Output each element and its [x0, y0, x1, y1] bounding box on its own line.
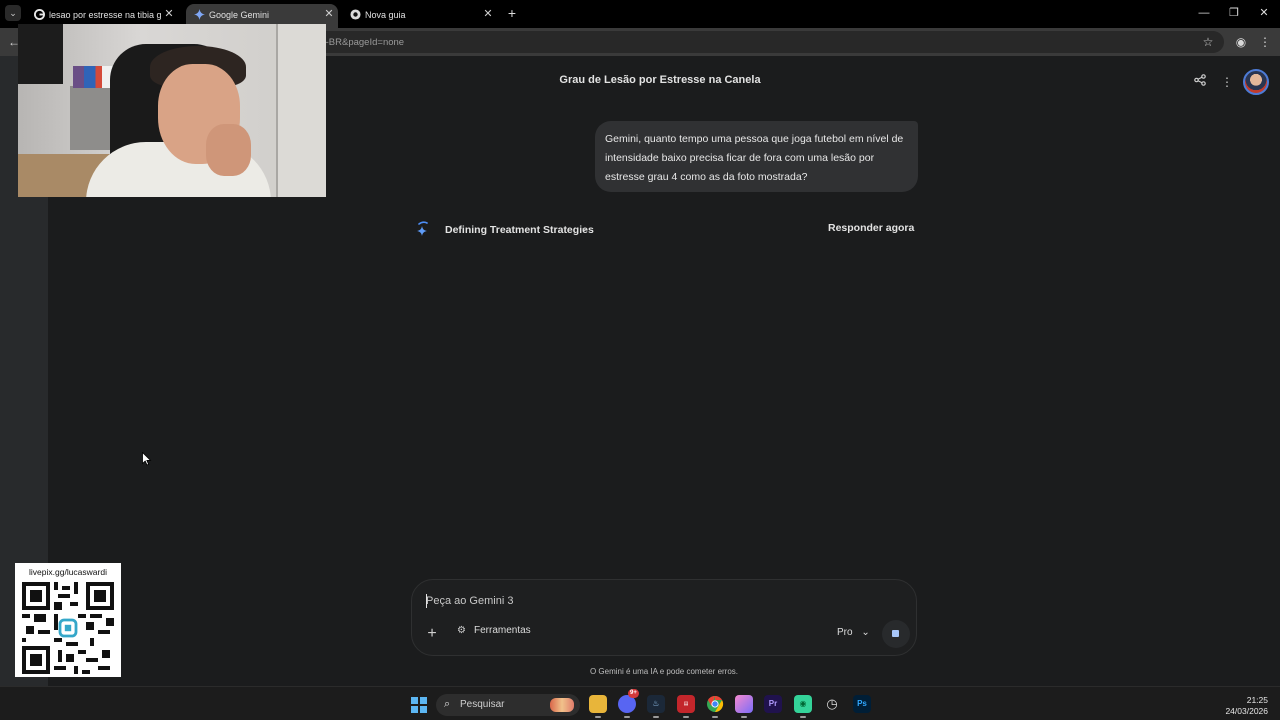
windows-taskbar: ⌕ Pesquisar 9+ ♨ ▤ Pr ◉ ◷ Ps 21:25 24/03…	[0, 686, 1280, 720]
gemini-spark-icon	[194, 9, 205, 20]
tab-search-chevron-icon[interactable]: ⌄	[5, 5, 21, 21]
steam-icon[interactable]: ♨	[647, 695, 665, 718]
tab-close-icon[interactable]: ✕	[322, 6, 336, 22]
clock-app-icon[interactable]: ◷	[823, 695, 841, 713]
chevron-down-icon: ⌄	[861, 627, 870, 638]
address-bar[interactable]	[300, 31, 1224, 53]
chrome-icon[interactable]	[706, 695, 724, 718]
tools-label: Ferramentas	[474, 625, 531, 636]
user-avatar[interactable]	[1243, 69, 1269, 95]
taskbar-search[interactable]: ⌕ Pesquisar	[436, 694, 580, 716]
donation-url: livepix.gg/lucaswardi	[29, 567, 107, 577]
window-close-icon[interactable]: ✕	[1256, 5, 1272, 21]
search-label: Pesquisar	[460, 699, 505, 710]
share-icon[interactable]	[1192, 74, 1208, 90]
tools-button[interactable]: ⚙ Ferramentas	[457, 625, 531, 643]
tab-title: Google Gemini	[209, 10, 270, 20]
discord-icon[interactable]: 9+	[618, 689, 639, 718]
qr-code-icon	[22, 582, 114, 674]
minimize-icon[interactable]: —	[1196, 5, 1212, 21]
text-caret	[426, 594, 427, 608]
model-label: Pro	[837, 627, 853, 638]
stop-generation-button[interactable]	[882, 620, 910, 648]
prompt-input[interactable]	[426, 592, 886, 610]
tab-title: lesao por estresse na tibia grau	[49, 10, 161, 20]
restore-icon[interactable]: ❐	[1226, 5, 1242, 21]
tab-close-icon[interactable]: ✕	[481, 6, 495, 22]
clock-date: 24/03/2026	[1225, 706, 1268, 716]
android-icon[interactable]: ◉	[794, 695, 812, 718]
search-highlight-icon	[550, 698, 574, 712]
search-icon: ⌕	[444, 698, 451, 710]
model-selector[interactable]: Pro ⌄	[837, 627, 870, 638]
user-message-bubble: Gemini, quanto tempo uma pessoa que joga…	[595, 121, 918, 192]
tools-sliders-icon: ⚙	[457, 625, 466, 636]
browser-menu-icon[interactable]: ⋮	[1257, 34, 1273, 50]
thinking-status-label[interactable]: Defining Treatment Strategies	[445, 224, 594, 236]
profile-icon[interactable]: ◉	[1233, 34, 1249, 50]
bookmark-star-icon[interactable]: ☆	[1200, 34, 1216, 50]
new-tab-button[interactable]: +	[505, 5, 519, 21]
google-g-icon	[34, 9, 45, 20]
clock-time: 21:25	[1246, 695, 1268, 705]
ai-disclaimer: O Gemini é uma IA e pode cometer erros.	[589, 667, 739, 676]
gemini-spark-icon	[417, 221, 428, 236]
news-app-icon[interactable]: ▤	[677, 695, 695, 718]
address-text[interactable]: t-BR&pageId=none	[323, 37, 404, 48]
tab-close-icon[interactable]: ✕	[162, 6, 176, 22]
add-attachment-icon[interactable]: +	[424, 626, 440, 642]
photos-icon[interactable]	[735, 695, 753, 718]
photoshop-icon[interactable]: Ps	[853, 695, 871, 713]
premiere-icon[interactable]: Pr	[764, 695, 782, 713]
tab-new-tab[interactable]: Nova guia ✕	[342, 4, 498, 28]
system-clock[interactable]: 21:25 24/03/2026	[1220, 695, 1268, 717]
prompt-composer: + ⚙ Ferramentas Pro ⌄	[411, 579, 917, 656]
tab-title: Nova guia	[365, 10, 406, 20]
respond-now-button[interactable]: Responder agora	[828, 222, 914, 234]
stop-icon	[892, 630, 899, 637]
conversation-title: Grau de Lesão por Estresse na Canela	[559, 74, 761, 86]
file-explorer-icon[interactable]	[589, 695, 607, 718]
mouse-cursor-icon	[142, 452, 152, 466]
chrome-icon	[350, 9, 361, 20]
webcam-overlay	[18, 24, 326, 197]
more-options-icon[interactable]: ⋮	[1219, 74, 1235, 90]
windows-start-icon[interactable]	[411, 697, 427, 713]
donation-qr-card: livepix.gg/lucaswardi	[15, 563, 121, 677]
chevron-down-icon[interactable]: ⌄	[580, 221, 589, 234]
discord-badge: 9+	[628, 689, 639, 698]
